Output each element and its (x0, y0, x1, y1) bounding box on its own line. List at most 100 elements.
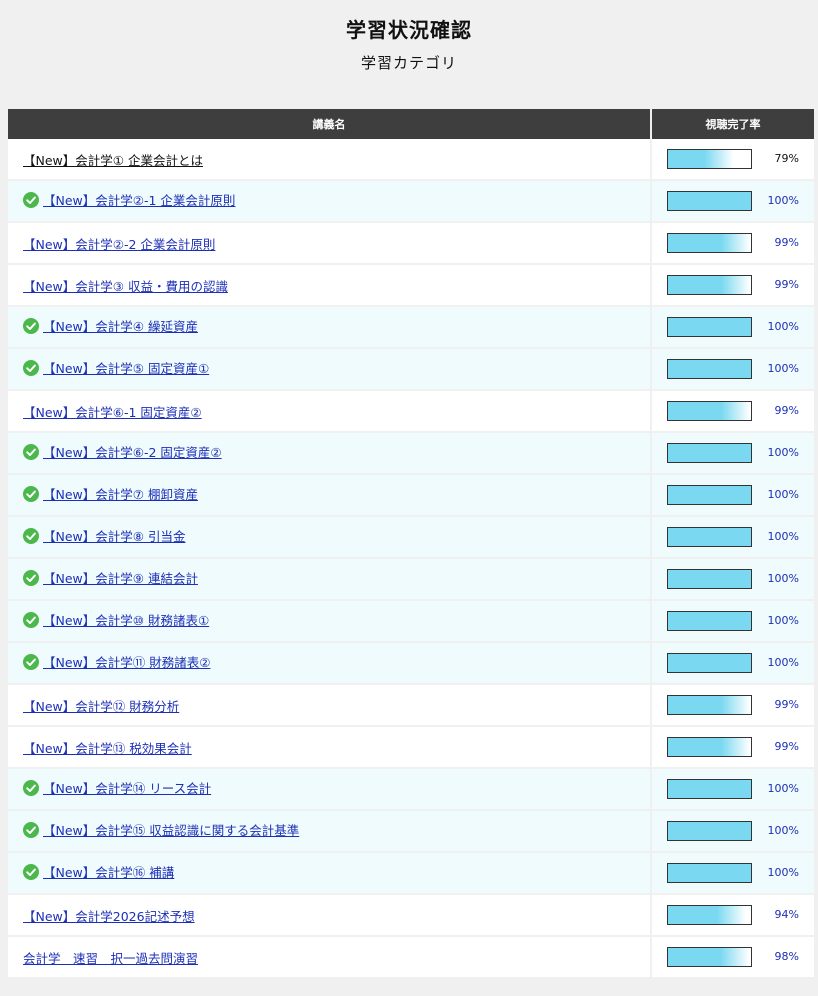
progress-bar (667, 191, 752, 211)
progress-table: 講義名 視聴完了率 【New】会計学① 企業会計とは 79% 【New】会計学②-1… (8, 109, 814, 979)
completion-rate-value: 100% (767, 194, 799, 207)
progress-bar-fill (668, 234, 751, 252)
lecture-name-group: 【New】会計学⑧ 引当金 (23, 526, 185, 545)
lecture-title: 会計学 速習 択一過去問演習 (23, 950, 199, 966)
table-body: 【New】会計学① 企業会計とは 79% 【New】会計学②-1 企業会計原則 100… (8, 139, 814, 979)
table-row: 【New】会計学⑬ 税効果会計 99% (8, 727, 814, 769)
lecture-link[interactable]: 【New】会計学⑪ 財務諸表② (43, 652, 210, 671)
lecture-link[interactable]: 【New】会計学2026記述予想 (23, 906, 195, 925)
progress-bar-fill (668, 696, 751, 714)
lecture-name-group: 【New】会計学⑭ リース会計 (23, 778, 211, 797)
lecture-link[interactable]: 【New】会計学⑧ 引当金 (43, 526, 185, 545)
progress-bar (667, 863, 752, 883)
completion-rate-value: 99% (774, 278, 799, 291)
lecture-link[interactable]: 【New】会計学⑩ 財務諸表① (43, 610, 209, 629)
progress-bar-fill (668, 906, 751, 924)
page-subtitle: 学習カテゴリ (360, 54, 457, 72)
lecture-name-cell: 【New】会計学⑧ 引当金 (8, 517, 652, 559)
lecture-name-cell: 【New】会計学① 企業会計とは (8, 139, 652, 181)
check-circle-icon (23, 779, 39, 796)
progress-bar (667, 149, 752, 169)
completion-rate-value: 98% (774, 950, 799, 963)
lecture-link[interactable]: 【New】会計学②-2 企業会計原則 (23, 234, 215, 253)
lecture-link[interactable]: 【New】会計学⑮ 収益認識に関する会計基準 (43, 820, 299, 839)
table-header-row: 講義名 視聴完了率 (8, 109, 814, 139)
progress-bar-fill (668, 486, 751, 504)
lecture-name-cell: 【New】会計学⑦ 棚卸資産 (8, 475, 652, 517)
lecture-link[interactable]: 【New】会計学⑬ 税効果会計 (23, 738, 192, 757)
lecture-link[interactable]: 【New】会計学⑥-2 固定資産② (43, 442, 222, 461)
progress-bar (667, 779, 752, 799)
lecture-name-cell: 【New】会計学④ 繰延資産 (8, 307, 652, 349)
progress-bar (667, 275, 752, 295)
lecture-link[interactable]: 会計学 速習 択一過去問演習 (23, 948, 198, 967)
completion-rate-cell: 100% (652, 853, 814, 895)
progress-bar-fill (668, 864, 751, 882)
check-circle-icon (23, 821, 39, 838)
lecture-link[interactable]: 【New】会計学① 企業会計とは (23, 150, 203, 169)
check-circle-icon (23, 191, 39, 208)
lecture-title: 【New】会計学⑩ 財務諸表① (43, 613, 210, 629)
completion-rate-value: 99% (774, 236, 799, 249)
completion-rate-value: 79% (774, 152, 799, 165)
progress-bar (667, 611, 752, 631)
completion-rate-value: 94% (774, 908, 799, 921)
progress-bar-fill (668, 528, 751, 546)
progress-table-wrapper: 講義名 視聴完了率 【New】会計学① 企業会計とは 79% 【New】会計学②-1… (8, 109, 814, 979)
progress-bar (667, 233, 752, 253)
table-row: 【New】会計学⑧ 引当金 100% (8, 517, 814, 559)
progress-bar-fill (668, 402, 751, 420)
lecture-title: 【New】会計学⑭ リース会計 (43, 781, 212, 797)
lecture-link[interactable]: 【New】会計学③ 収益・費用の認識 (23, 276, 228, 295)
page-title: 学習状況確認 (346, 18, 472, 42)
check-circle-icon (23, 485, 39, 502)
progress-bar (667, 527, 752, 547)
lecture-link[interactable]: 【New】会計学⑭ リース会計 (43, 778, 211, 797)
lecture-link[interactable]: 【New】会計学⑯ 補講 (43, 862, 174, 881)
progress-bar (667, 947, 752, 967)
completion-rate-value: 100% (767, 320, 799, 333)
completion-rate-value: 99% (774, 740, 799, 753)
lecture-title: 【New】会計学⑦ 棚卸資産 (43, 487, 198, 503)
table-row: 【New】会計学2026記述予想 94% (8, 895, 814, 937)
lecture-link[interactable]: 【New】会計学②-1 企業会計原則 (43, 190, 235, 209)
progress-bar (667, 359, 752, 379)
lecture-link[interactable]: 【New】会計学⑥-1 固定資産② (23, 402, 202, 421)
lecture-link[interactable]: 【New】会計学⑦ 棚卸資産 (43, 484, 198, 503)
completion-rate-cell: 100% (652, 433, 814, 475)
lecture-name-cell: 【New】会計学⑩ 財務諸表① (8, 601, 652, 643)
lecture-name-cell: 【New】会計学⑬ 税効果会計 (8, 727, 652, 769)
lecture-link[interactable]: 【New】会計学⑨ 連結会計 (43, 568, 198, 587)
completion-rate-cell: 99% (652, 685, 814, 727)
lecture-link[interactable]: 【New】会計学⑫ 財務分析 (23, 696, 179, 715)
lecture-name-cell: 【New】会計学⑯ 補講 (8, 853, 652, 895)
completion-rate-value: 100% (767, 614, 799, 627)
progress-bar-fill (668, 822, 751, 840)
lecture-link[interactable]: 【New】会計学⑤ 固定資産① (43, 358, 209, 377)
progress-bar-fill (668, 444, 751, 462)
completion-rate-value: 100% (767, 572, 799, 585)
lecture-link[interactable]: 【New】会計学④ 繰延資産 (43, 316, 198, 335)
progress-bar-fill (668, 738, 751, 756)
completion-rate-cell: 100% (652, 475, 814, 517)
check-circle-icon (23, 611, 39, 628)
lecture-name-cell: 【New】会計学⑥-2 固定資産② (8, 433, 652, 475)
completion-rate-cell: 100% (652, 559, 814, 601)
lecture-name-cell: 【New】会計学⑤ 固定資産① (8, 349, 652, 391)
lecture-title: 【New】会計学⑮ 収益認識に関する会計基準 (43, 823, 300, 839)
completion-rate-value: 99% (774, 698, 799, 711)
table-row: 【New】会計学⑥-1 固定資産② 99% (8, 391, 814, 433)
progress-bar-fill (668, 318, 751, 336)
table-row: 【New】会計学⑦ 棚卸資産 100% (8, 475, 814, 517)
progress-bar-fill (668, 150, 751, 168)
lecture-title: 【New】会計学③ 収益・費用の認識 (23, 278, 228, 294)
check-circle-icon (23, 317, 39, 334)
table-row: 【New】会計学③ 収益・費用の認識 99% (8, 265, 814, 307)
lecture-title: 【New】会計学2026記述予想 (23, 908, 195, 924)
completion-rate-value: 100% (767, 782, 799, 795)
progress-bar-fill (668, 192, 751, 210)
progress-bar-fill (668, 612, 751, 630)
completion-rate-cell: 98% (652, 937, 814, 979)
progress-bar (667, 317, 752, 337)
progress-bar (667, 401, 752, 421)
